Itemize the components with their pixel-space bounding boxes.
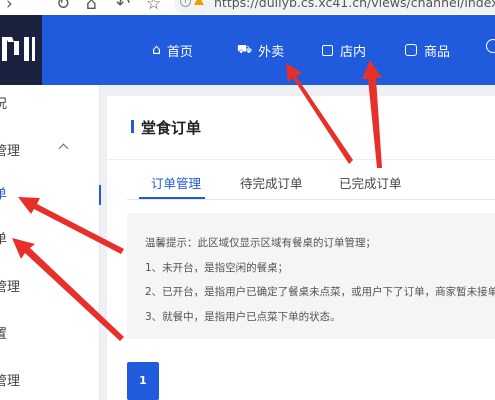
sidebar-item-overview[interactable]: 况: [0, 95, 99, 115]
sidebar-item-dine-in-order[interactable]: 单: [0, 185, 101, 205]
nav-store-label: 店内: [340, 44, 367, 60]
tab-completed-orders[interactable]: 已完成订单: [339, 173, 402, 192]
url-text: https://duilyb.cs.xc41.cn/views/channel/…: [214, 0, 495, 10]
notice-box: 温馨提示：此区域仅显示区域有餐桌的订单管理； 1、未开台，是指空闲的餐桌； 2、…: [127, 213, 495, 339]
title-accent: [131, 120, 134, 133]
nav-store[interactable]: 店内: [322, 15, 366, 85]
sidebar: 况 管理 单 单 管理 置 管理: [0, 85, 101, 400]
sidebar-item-label: 单: [0, 187, 8, 202]
logo[interactable]: [0, 15, 42, 85]
delivery-icon: ⛟: [237, 42, 253, 56]
sidebar-item-settings[interactable]: 置: [0, 325, 99, 345]
main-panel: 堂食订单 订单管理 待完成订单 已完成订单 温馨提示：此区域仅显示区域有餐桌的订…: [107, 96, 495, 400]
pagination-page-button[interactable]: 1: [127, 362, 159, 400]
more-icon[interactable]: [486, 39, 495, 53]
sidebar-item-label: 管理: [0, 374, 21, 389]
forward-icon[interactable]: ›: [6, 0, 13, 13]
address-bar[interactable]: i https://duilyb.cs.xc41.cn/views/channe…: [174, 0, 495, 14]
active-tab-indicator: [139, 197, 205, 199]
tabs-baseline: [127, 199, 495, 200]
notice-item: 3、就餐中，是指用户已点菜下单的状态。: [145, 311, 341, 323]
tab-order-management[interactable]: 订单管理: [151, 173, 201, 192]
info-icon[interactable]: i: [180, 0, 191, 7]
sidebar-item-table-management[interactable]: 管理: [0, 278, 99, 298]
sidebar-item-label: 单: [0, 232, 8, 247]
nav-home-label: 首页: [166, 44, 193, 60]
nav-delivery-label: 外卖: [258, 44, 285, 60]
sidebar-item-label: 管理: [0, 144, 21, 159]
nav-delivery[interactable]: ⛟ 外卖: [237, 15, 284, 85]
store-icon: [322, 44, 333, 56]
notice-heading: 温馨提示：此区域仅显示区域有餐桌的订单管理；: [145, 237, 376, 249]
nav-goods-label: 商品: [424, 44, 451, 60]
goods-icon: [405, 44, 417, 56]
nav-home[interactable]: ⌂ 首页: [152, 15, 193, 85]
tab-pending-orders[interactable]: 待完成订单: [240, 173, 303, 192]
nav-goods[interactable]: 商品: [405, 15, 450, 85]
page-title: 堂食订单: [141, 119, 202, 137]
sidebar-item-label: 管理: [0, 280, 21, 295]
top-navbar: ⌂ 首页 ⛟ 外卖 店内 商品: [0, 15, 495, 85]
divider: [107, 159, 495, 160]
star-icon[interactable]: ☆: [146, 0, 161, 13]
home-icon: ⌂: [152, 42, 161, 58]
sidebar-item-label: 置: [0, 327, 8, 342]
warning-icon: [194, 0, 204, 5]
notice-item: 2、已开台，是指用户已确定了餐桌未点菜，或用户下了订单，商家暂未接单: [145, 286, 495, 298]
sidebar-item-label: 况: [0, 97, 8, 112]
sidebar-item-other-management[interactable]: 管理: [0, 372, 99, 392]
sidebar-item-takeout-order[interactable]: 单: [0, 230, 99, 250]
home-browser-icon[interactable]: ⌂: [86, 0, 97, 13]
reload-icon[interactable]: ↻: [56, 0, 70, 13]
sidebar-item-order-management[interactable]: 管理: [0, 142, 99, 162]
undo-icon[interactable]: ↶: [116, 0, 130, 13]
notice-item: 1、未开台，是指空闲的餐桌；: [145, 262, 289, 274]
browser-toolbar: › ↻ ⌂ ↶ ☆ i https://duilyb.cs.xc41.cn/vi…: [0, 0, 495, 15]
